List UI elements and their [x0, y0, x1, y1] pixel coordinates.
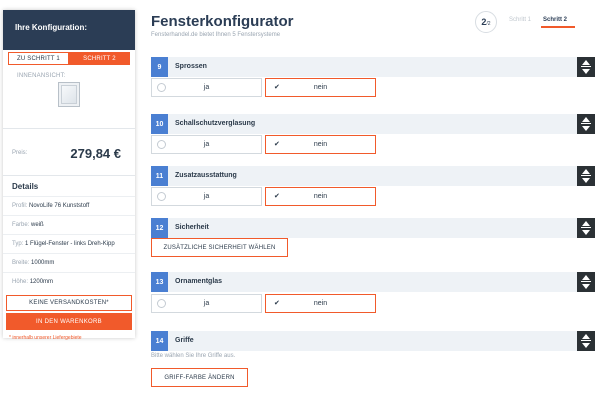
- option-label: nein: [313, 193, 328, 200]
- option-nein[interactable]: ✔ nein: [265, 135, 376, 154]
- section-number: 11: [151, 166, 168, 186]
- detail-key: Typ:: [12, 241, 24, 247]
- step-counter: 2/2: [475, 11, 497, 33]
- option-ja[interactable]: ja: [151, 294, 262, 313]
- section-number: 9: [151, 57, 168, 77]
- option-ja[interactable]: ja: [151, 187, 262, 206]
- shipping-footnote: * innerhalb unserer Liefergebiete: [9, 335, 82, 341]
- section-title: Zusatzausstattung: [175, 172, 237, 179]
- detail-height: Höhe: 1200mm: [3, 272, 135, 291]
- option-ja[interactable]: ja: [151, 135, 262, 154]
- price-value: 279,84 €: [70, 146, 121, 161]
- detail-value: 1000mm: [31, 260, 55, 266]
- step-total: /2: [486, 20, 491, 27]
- detail-width: Breite: 1000mm: [3, 253, 135, 272]
- page-title: Fensterkonfigurator: [151, 13, 294, 30]
- detail-type: Typ: 1 Flügel-Fenster - links Dreh-Kipp: [3, 234, 135, 253]
- detail-key: Profil:: [12, 203, 28, 209]
- option-label: nein: [313, 300, 328, 307]
- option-nein[interactable]: ✔ nein: [265, 294, 376, 313]
- detail-key: Höhe:: [12, 279, 29, 285]
- detail-profile: Profil: NovoLife 76 Kunststoff: [3, 196, 135, 215]
- section-number: 10: [151, 114, 168, 134]
- detail-value: 1200mm: [29, 279, 54, 285]
- price-label: Preis:: [12, 150, 28, 156]
- section-hint: Bitte wählen Sie Ihre Griffe aus.: [151, 353, 236, 359]
- page-subtitle: Fensterhandel.de bietet Ihnen 5 Fensters…: [151, 32, 281, 38]
- section-number: 14: [151, 331, 168, 351]
- section-title: Sicherheit: [175, 224, 209, 231]
- option-label: ja: [203, 300, 210, 307]
- up-down-arrows-icon[interactable]: [577, 272, 595, 292]
- option-label: ja: [203, 193, 210, 200]
- price-row: Preis: 279,84 €: [3, 128, 135, 176]
- option-ja[interactable]: ja: [151, 78, 262, 97]
- tab-step-1[interactable]: Schritt 1: [509, 17, 531, 23]
- section-zusatzausstattung: 11 Zusatzausstattung: [151, 166, 595, 186]
- option-label: ja: [203, 84, 210, 91]
- section-number: 13: [151, 272, 168, 292]
- section-sprossen: 9 Sprossen: [151, 57, 595, 77]
- choose-security-button[interactable]: ZUSÄTZLICHE SICHERHEIT WÄHLEN: [151, 238, 288, 257]
- up-down-arrows-icon[interactable]: [577, 166, 595, 186]
- option-label: nein: [313, 84, 328, 91]
- section-schallschutz: 10 Schallschutzverglasung: [151, 114, 595, 134]
- section-title: Griffe: [175, 337, 194, 344]
- section-sicherheit: 12 Sicherheit: [151, 218, 595, 238]
- free-shipping-button[interactable]: KEINE VERSANDKOSTEN*: [6, 295, 132, 311]
- option-label: nein: [313, 141, 328, 148]
- up-down-arrows-icon[interactable]: [577, 114, 595, 134]
- detail-key: Farbe:: [12, 222, 30, 228]
- option-nein[interactable]: ✔ nein: [265, 187, 376, 206]
- detail-color: Farbe: weiß: [3, 215, 135, 234]
- section-griffe: 14 Griffe: [151, 331, 595, 351]
- section-title: Schallschutzverglasung: [175, 120, 256, 127]
- up-down-arrows-icon[interactable]: [577, 331, 595, 351]
- up-down-arrows-icon[interactable]: [577, 218, 595, 238]
- up-down-arrows-icon[interactable]: [577, 57, 595, 77]
- section-ornamentglas: 13 Ornamentglas: [151, 272, 595, 292]
- step-2-button[interactable]: SCHRITT 2: [69, 52, 130, 65]
- section-title: Ornamentglas: [175, 278, 223, 285]
- details-title: Details: [12, 182, 39, 191]
- add-to-cart-button[interactable]: IN DEN WARENKORB: [6, 313, 132, 330]
- go-to-step-1-button[interactable]: ZU SCHRITT 1: [8, 52, 69, 65]
- section-number: 12: [151, 218, 168, 238]
- inner-view-label: INNENANSICHT:: [17, 73, 66, 79]
- detail-value: 1 Flügel-Fenster - links Dreh-Kipp: [25, 241, 115, 247]
- change-handle-color-button[interactable]: GRIFF-FARBE ÄNDERN: [151, 368, 248, 387]
- window-preview-icon: [58, 82, 80, 107]
- tab-step-2[interactable]: Schritt 2: [543, 17, 567, 23]
- active-tab-underline: [541, 26, 575, 28]
- section-title: Sprossen: [175, 63, 207, 70]
- sidebar-step-switch: ZU SCHRITT 1 SCHRITT 2: [8, 52, 130, 65]
- option-nein[interactable]: ✔ nein: [265, 78, 376, 97]
- detail-value: NovoLife 76 Kunststoff: [29, 203, 90, 209]
- sidebar-heading: Ihre Konfiguration:: [3, 10, 135, 50]
- configuration-sidebar: Ihre Konfiguration: ZU SCHRITT 1 SCHRITT…: [3, 10, 135, 341]
- option-label: ja: [203, 141, 210, 148]
- details-list: Profil: NovoLife 76 Kunststoff Farbe: we…: [3, 196, 135, 291]
- detail-value: weiß: [31, 222, 44, 228]
- detail-key: Breite:: [12, 260, 30, 266]
